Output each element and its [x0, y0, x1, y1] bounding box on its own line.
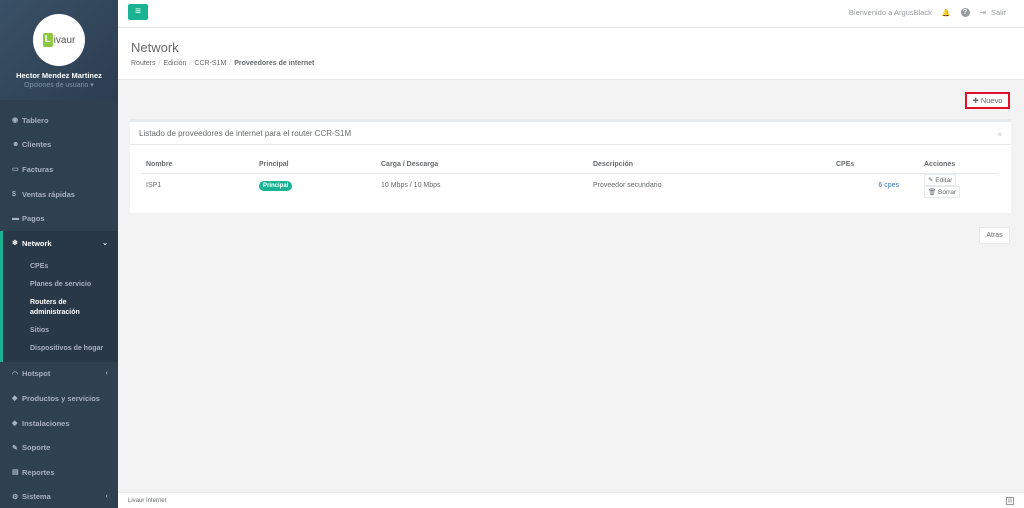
sidebar-item-productos[interactable]: ◆ Productos y servicios — [0, 386, 118, 411]
cpes-link[interactable]: 6 cpes — [878, 182, 899, 189]
sidebar-item-network[interactable]: ❄ Network ⌄ — [0, 230, 118, 256]
bell-icon[interactable]: 🔔 — [942, 9, 951, 17]
calculator-icon[interactable]: ▤ — [1006, 497, 1014, 505]
sidebar-nav: ◉ Tablero ☻ Clientes ▭ Facturas $ Ventas… — [0, 108, 118, 508]
sidebar-item-label: Hotspot — [22, 369, 51, 379]
wifi-icon: ◠ — [12, 370, 19, 378]
sidebar: L ivaur Hector Mendez Martinez Opciones … — [0, 0, 118, 508]
sidebar-item-label: Ventas rápidas — [22, 189, 75, 199]
breadcrumb-item[interactable]: Routers — [131, 60, 156, 67]
status-badge: Principal — [259, 181, 293, 191]
sidebar-item-label: Tablero — [22, 115, 49, 125]
breadcrumb-separator: / — [229, 60, 232, 67]
page-title: Network — [131, 40, 179, 55]
breadcrumb-separator: / — [158, 60, 161, 67]
chevron-down-icon: ⌄ — [102, 240, 108, 248]
sidebar-item-facturas[interactable]: ▭ Facturas — [0, 157, 118, 182]
monitor-icon: ▬ — [12, 215, 19, 223]
users-icon: ☻ — [12, 141, 20, 149]
logo: L ivaur — [33, 14, 85, 66]
sidebar-item-label: Instalaciones — [22, 418, 70, 428]
chevron-left-icon: ‹ — [105, 370, 108, 378]
sidebar-item-label: Facturas — [22, 164, 54, 174]
logout-icon: ⇥ — [979, 8, 986, 17]
submenu-item-planes[interactable]: Planes de servicio — [3, 276, 118, 294]
delete-button[interactable]: 🗑 Borrar — [924, 185, 961, 198]
profile-header: L ivaur Hector Mendez Martinez Opciones … — [0, 0, 118, 100]
book-icon: ▤ — [12, 469, 19, 477]
logo-mark: L — [42, 33, 53, 47]
submenu-item-dispositivos[interactable]: Dispositivos de hogar — [3, 340, 118, 358]
breadcrumb-item[interactable]: CCR-S1M — [194, 60, 226, 67]
sidebar-item-label: Pagos — [22, 214, 45, 224]
sidebar-item-tablero[interactable]: ◉ Tablero — [0, 108, 118, 133]
breadcrumb-current: Proveedores de internet — [234, 60, 315, 67]
sidebar-item-label: Sistema — [22, 492, 51, 502]
file-icon: ▭ — [12, 166, 19, 174]
sidebar-item-label: Clientes — [22, 140, 52, 150]
sidebar-item-clientes[interactable]: ☻ Clientes — [0, 133, 118, 158]
sidebar-item-hotspot[interactable]: ◠ Hotspot ‹ — [0, 362, 118, 387]
back-button[interactable]: Atras — [979, 227, 1010, 244]
close-icon[interactable]: × — [997, 130, 1002, 139]
sidebar-item-ventas-rapidas[interactable]: $ Ventas rápidas — [0, 182, 118, 207]
sidebar-item-soporte[interactable]: ✎ Soporte — [0, 435, 118, 460]
cogs-icon: ⚙ — [12, 493, 19, 501]
providers-panel: Listado de proveedores de internet para … — [130, 119, 1011, 213]
menu-toggle-button[interactable]: ≡ — [128, 4, 148, 20]
column-header: Acciones — [919, 157, 999, 174]
sidebar-item-pagos[interactable]: ▬ Pagos — [0, 206, 118, 231]
sidebar-item-instalaciones[interactable]: ◆ Instalaciones — [0, 411, 118, 436]
tag-icon: ◆ — [12, 395, 18, 403]
sidebar-item-label: Productos y servicios — [22, 393, 100, 403]
provider-name: ISP1 — [146, 182, 162, 189]
page-heading: Network Routers / Edición / CCR-S1M / Proveedo… — [118, 28, 1024, 80]
new-provider-button[interactable]: ✚ Nuevo — [965, 92, 1010, 109]
dollar-icon: $ — [12, 190, 16, 198]
table-row: ISP1 Principal 10 Mbps / 10 Mbps Proveed… — [141, 173, 999, 198]
top-navbar: ≡ Bienvenido a ArgusBlack 🔔 ? ⇥ Salir — [118, 0, 1024, 28]
column-header: Descripción — [588, 157, 831, 174]
table-header-row: Nombre Principal Carga / Descarga Descri… — [141, 157, 999, 174]
footer-text: Livaur Internet — [128, 498, 167, 504]
sidebar-item-label: Reportes — [22, 467, 55, 477]
submenu-item-sitios[interactable]: Sitios — [3, 322, 118, 340]
edit-button[interactable]: ✎ Editar — [924, 173, 957, 186]
providers-table: Nombre Principal Carga / Descarga Descri… — [141, 157, 999, 198]
column-header: Carga / Descarga — [376, 157, 588, 174]
sidebar-item-label: Network — [22, 238, 52, 248]
logout-label: Salir — [990, 8, 1006, 17]
logo-text: ivaur — [53, 34, 76, 46]
column-header: Principal — [254, 157, 376, 174]
user-name: Hector Mendez Martinez — [16, 71, 102, 80]
logout-link[interactable]: ⇥ Salir — [980, 8, 1006, 17]
provider-description: Proveedor secundario — [593, 182, 662, 189]
breadcrumb: Routers / Edición / CCR-S1M / Proveedores de i… — [131, 60, 314, 67]
snowflake-icon: ❄ — [12, 240, 18, 248]
user-options-dropdown[interactable]: Opciones de usuario ▾ — [0, 81, 118, 89]
provider-rate: 10 Mbps / 10 Mbps — [381, 182, 441, 189]
dashboard-icon: ◉ — [12, 117, 19, 125]
sidebar-item-label: Soporte — [22, 443, 51, 453]
sidebar-item-reportes[interactable]: ▤ Reportes — [0, 460, 118, 485]
help-icon[interactable]: ? — [960, 8, 970, 17]
welcome-text: Bienvenido a ArgusBlack — [848, 8, 932, 17]
footer: Livaur Internet ▤ — [118, 492, 1024, 508]
submenu-item-routers[interactable]: Routers de administración — [3, 294, 118, 322]
panel-divider — [130, 144, 1011, 145]
sidebar-item-sistema[interactable]: ⚙ Sistema ‹ — [0, 485, 118, 508]
column-header: Nombre — [141, 157, 254, 174]
diamond-icon: ◆ — [12, 420, 18, 428]
column-header: CPEs — [831, 157, 919, 174]
chevron-left-icon: ‹ — [105, 493, 108, 501]
network-submenu: CPEs Planes de servicio Routers de admin… — [0, 255, 118, 362]
wrench-icon: ✎ — [12, 444, 18, 452]
breadcrumb-separator: / — [189, 60, 192, 67]
submenu-item-cpes[interactable]: CPEs — [3, 258, 118, 276]
panel-title: Listado de proveedores de internet para … — [139, 129, 352, 138]
breadcrumb-item[interactable]: Edición — [163, 60, 186, 67]
